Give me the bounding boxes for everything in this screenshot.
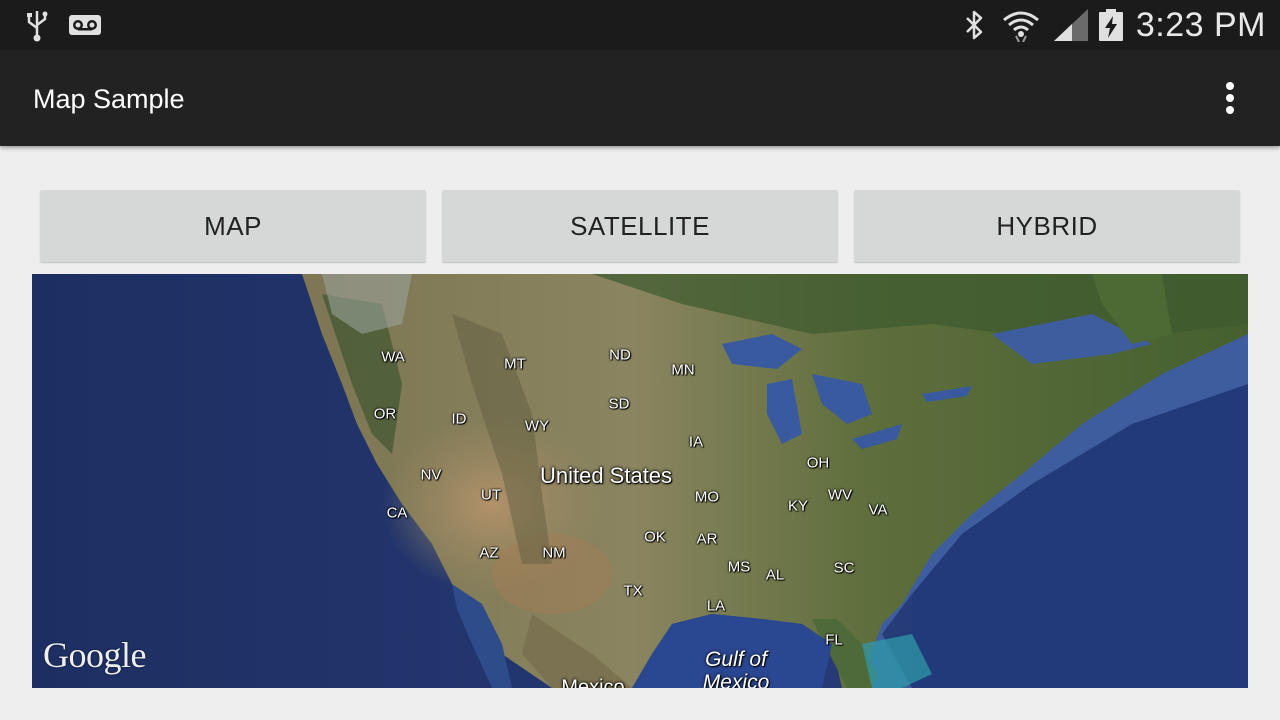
map-label: FL	[825, 631, 843, 649]
signal-icon	[1052, 0, 1090, 50]
map-label: TX	[623, 582, 643, 600]
map-label: SC	[833, 559, 855, 577]
map-label: AL	[765, 566, 785, 584]
bluetooth-icon	[962, 0, 986, 50]
battery-charging-icon	[1098, 0, 1124, 50]
map-label: OK	[644, 528, 666, 546]
mexico-label: Mexico	[561, 676, 625, 689]
voicemail-icon	[68, 0, 102, 50]
map-view[interactable]: WA OR CA NV ID MT WY UT AZ NM ND SD MN I…	[32, 274, 1248, 688]
map-label: WV	[827, 486, 853, 504]
satellite-button[interactable]: SATELLITE	[442, 190, 838, 262]
map-label: CA	[386, 504, 408, 522]
map-label: MO	[694, 488, 720, 506]
map-label: MS	[727, 558, 751, 576]
map-label: LA	[706, 597, 726, 615]
map-label: KY	[787, 497, 809, 515]
wifi-icon	[1002, 0, 1040, 50]
map-label: ND	[609, 346, 631, 364]
usb-icon	[24, 0, 50, 50]
action-bar: Map Sample	[0, 50, 1280, 146]
google-logo: Google	[43, 635, 146, 675]
map-label: MT	[504, 355, 526, 373]
map-button[interactable]: MAP	[40, 190, 426, 262]
map-label: WY	[524, 417, 550, 435]
hybrid-button[interactable]: HYBRID	[854, 190, 1240, 262]
map-label: WA	[381, 348, 405, 366]
map-label: IA	[688, 433, 704, 451]
map-label: UT	[481, 486, 501, 504]
map-label: OH	[806, 454, 830, 472]
app-title: Map Sample	[33, 84, 185, 114]
map-label: VA	[868, 501, 888, 519]
country-label: United States	[539, 463, 673, 488]
map-label: AZ	[479, 544, 499, 562]
map-label: MN	[671, 361, 695, 379]
map-label: SD	[608, 395, 630, 413]
map-label: NV	[420, 466, 442, 484]
map-label: ID	[451, 410, 467, 428]
status-time: 3:23 PM	[1135, 6, 1266, 44]
map-label: AR	[696, 530, 718, 548]
map-label: NM	[542, 544, 566, 562]
gulf-label-line1: Gulf of	[705, 648, 767, 671]
map-label: OR	[373, 405, 397, 423]
gulf-label-line2: Mexico	[702, 671, 770, 688]
status-bar: 3:23 PM	[0, 0, 1280, 50]
more-vert-icon[interactable]	[1210, 78, 1250, 118]
